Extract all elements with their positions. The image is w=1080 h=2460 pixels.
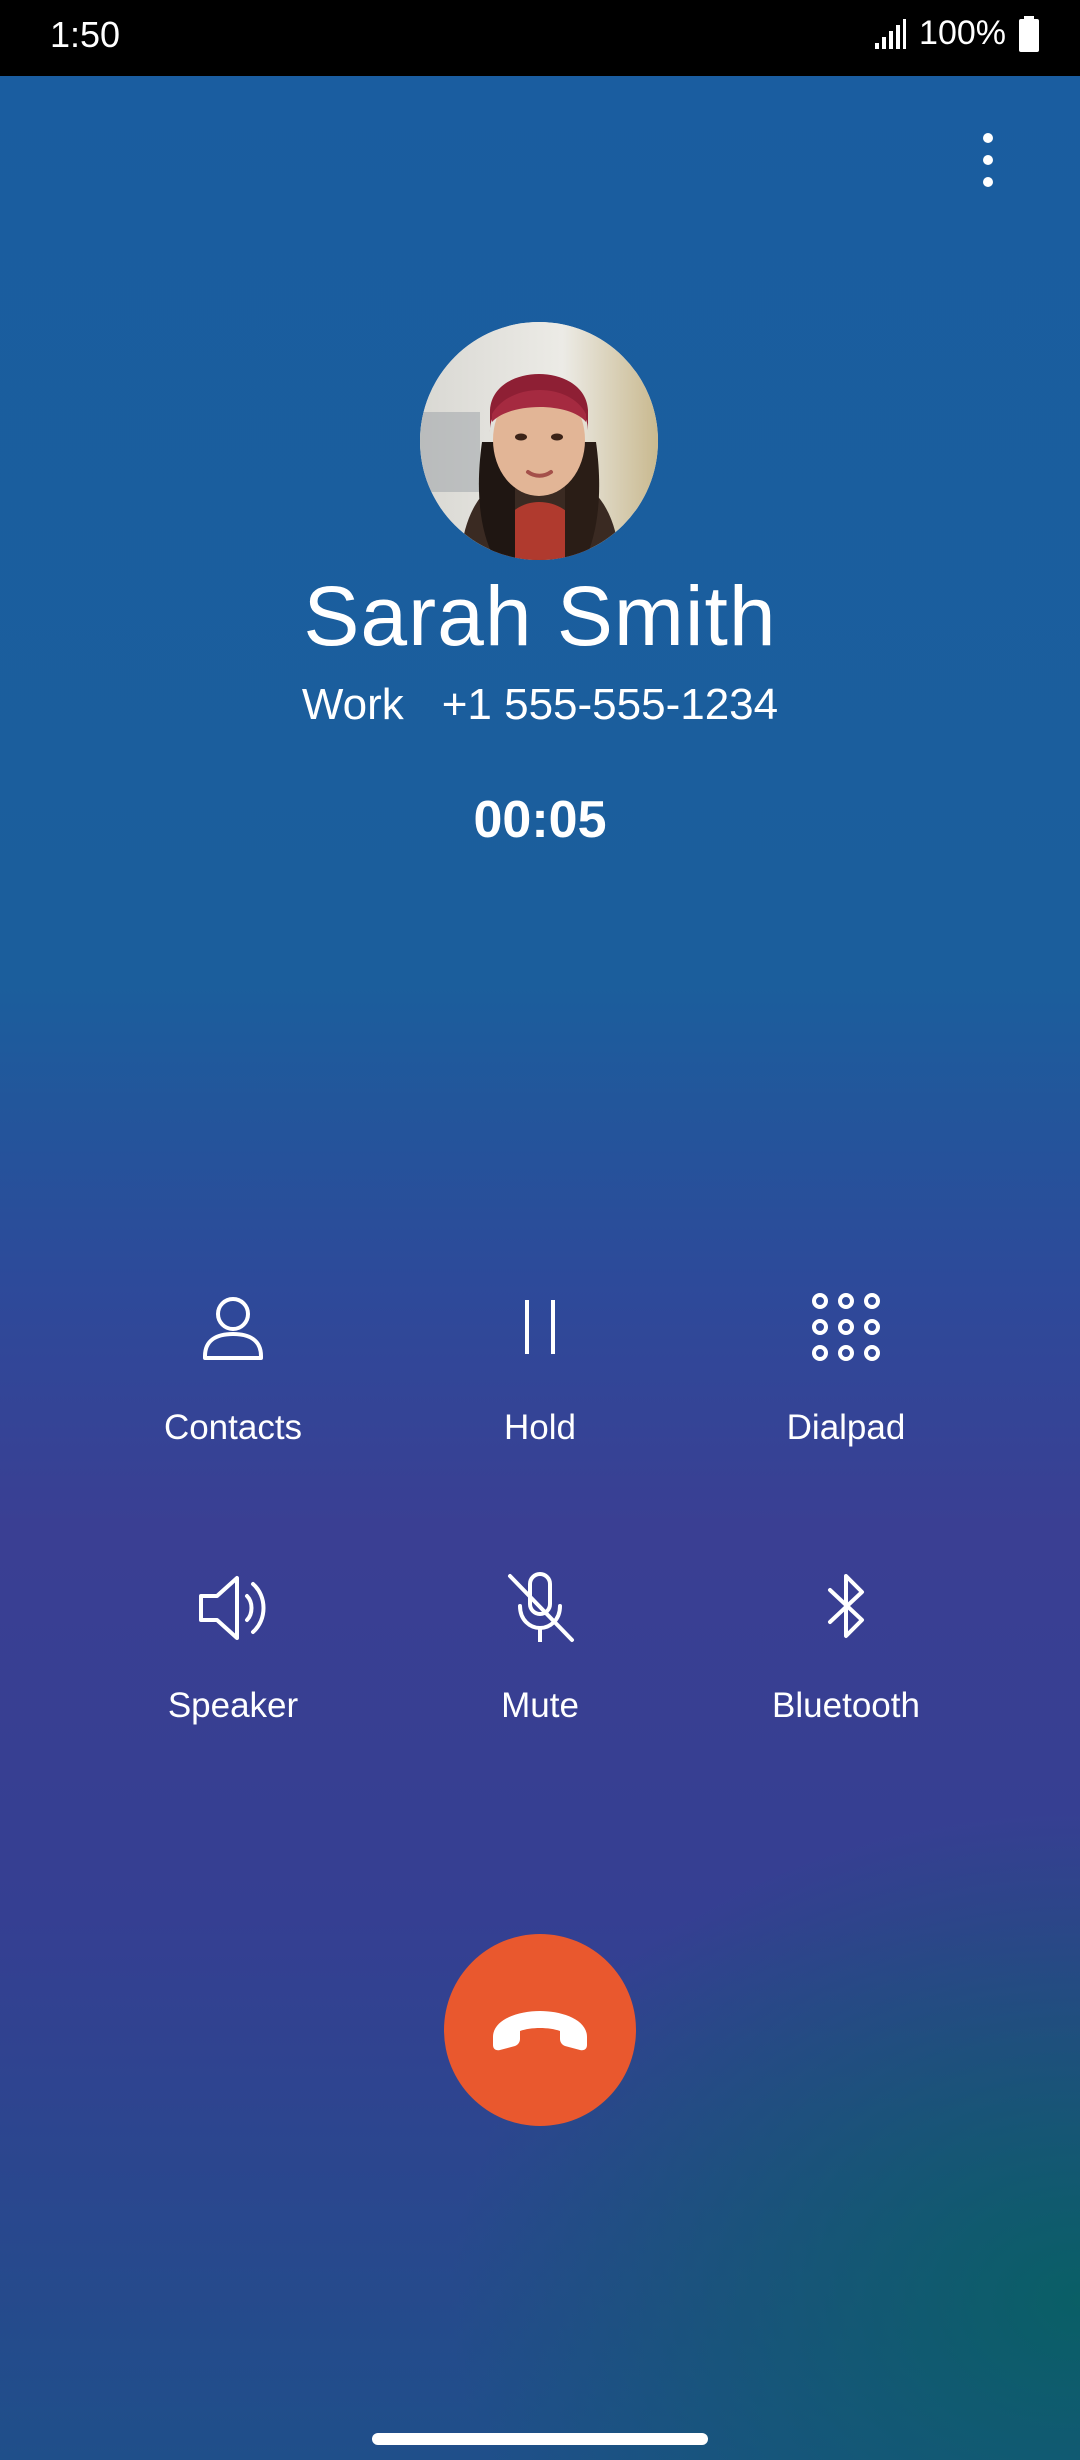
- status-bar: 1:50 100%: [0, 0, 1080, 76]
- speaker-label: Speaker: [167, 1686, 299, 1725]
- person-icon: [193, 1290, 273, 1370]
- in-call-screen: 1:50 100% Sarah Smith Work +1 555-555-12…: [0, 0, 1080, 2460]
- caller-name: Sarah Smith: [303, 569, 777, 663]
- status-right: 100%: [873, 14, 1040, 53]
- call-end-icon: [493, 2011, 587, 2051]
- hold-label: Hold: [504, 1408, 576, 1447]
- bluetooth-label: Bluetooth: [772, 1686, 920, 1725]
- speaker-button[interactable]: Speaker: [113, 1568, 353, 1788]
- status-time: 1:50: [50, 14, 121, 55]
- speaker-icon: [193, 1568, 273, 1648]
- call-timer: 00:05: [473, 791, 607, 849]
- mute-label: Mute: [501, 1686, 579, 1725]
- home-indicator[interactable]: [372, 2433, 708, 2445]
- dialpad-icon: [806, 1290, 886, 1370]
- caller-number-row: Work +1 555-555-1234: [0, 680, 1080, 730]
- dialpad-button[interactable]: Dialpad: [726, 1290, 966, 1510]
- signal-icon: [873, 17, 907, 51]
- more-vert-icon: [983, 133, 993, 187]
- contacts-button[interactable]: Contacts: [113, 1290, 353, 1510]
- dialpad-label: Dialpad: [786, 1408, 906, 1447]
- bluetooth-button[interactable]: Bluetooth: [726, 1568, 966, 1788]
- end-call-button[interactable]: [444, 1934, 636, 2126]
- battery-icon: [1018, 15, 1040, 52]
- phone-number: +1 555-555-1234: [441, 680, 779, 729]
- battery-percent: 100%: [919, 14, 1006, 52]
- caller-avatar: [420, 322, 658, 560]
- bluetooth-icon: [806, 1568, 886, 1648]
- mic-off-icon: [500, 1568, 580, 1648]
- hold-button[interactable]: Hold: [420, 1290, 660, 1510]
- contacts-label: Contacts: [163, 1408, 303, 1447]
- mute-button[interactable]: Mute: [420, 1568, 660, 1788]
- more-options-button[interactable]: [960, 120, 1016, 200]
- pause-icon: [500, 1290, 580, 1370]
- number-type-label: Work: [301, 680, 404, 729]
